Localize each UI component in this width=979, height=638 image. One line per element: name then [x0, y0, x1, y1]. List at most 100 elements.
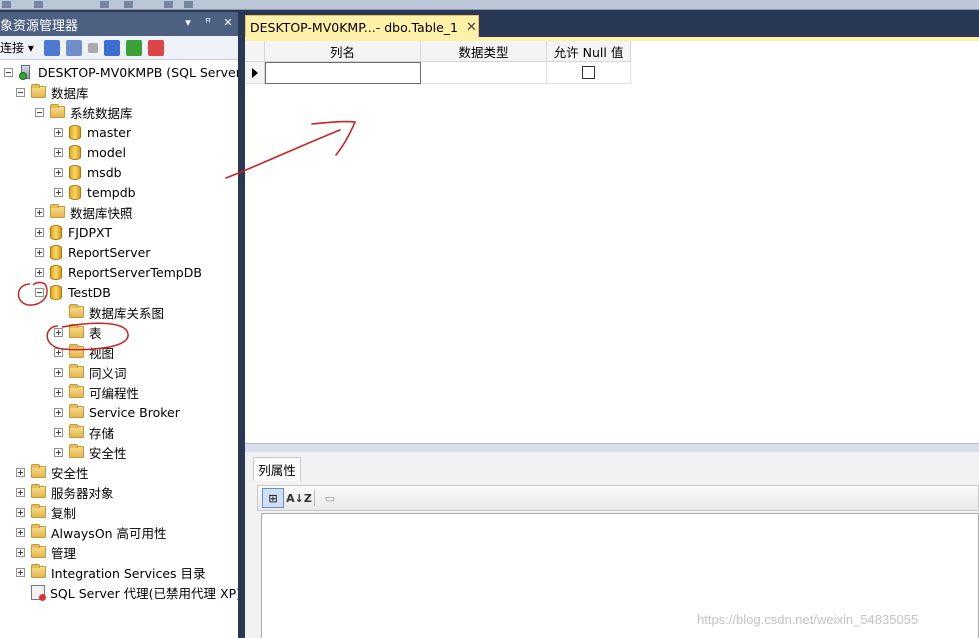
refresh-icon[interactable] — [125, 39, 142, 56]
tree-node-label: 表 — [89, 325, 102, 341]
tree-node[interactable]: 数据库快照 — [35, 202, 133, 222]
tree-node[interactable]: FJDPXT — [35, 222, 112, 242]
tree-node[interactable]: 安全性 — [54, 442, 127, 462]
row-selector-arrow-icon[interactable] — [245, 62, 265, 84]
toolbar-icon[interactable] — [34, 1, 43, 8]
collapse-icon[interactable] — [16, 87, 25, 97]
expand-icon[interactable] — [35, 207, 44, 217]
collapse-icon[interactable] — [35, 287, 44, 297]
folder-icon — [69, 324, 84, 338]
toolbar-icon[interactable] — [2, 1, 11, 8]
tree-node-label: tempdb — [87, 184, 136, 200]
collapse-icon[interactable] — [35, 107, 44, 117]
tree-node[interactable]: 管理 — [16, 542, 76, 562]
tree-node-label: 安全性 — [89, 445, 127, 461]
tree-node[interactable]: 复制 — [16, 502, 76, 522]
vertical-splitter[interactable] — [238, 12, 245, 638]
column-name-input[interactable] — [265, 62, 421, 84]
connect-button[interactable]: 连接 ▾ — [0, 39, 34, 56]
toolbar-icon[interactable] — [184, 1, 193, 8]
tree-node[interactable]: SQL Server 代理(已禁用代理 XP) — [16, 582, 241, 602]
connect-object-icon[interactable] — [43, 39, 60, 56]
tree-node[interactable]: Integration Services 目录 — [16, 562, 206, 582]
tree-node[interactable]: ReportServerTempDB — [35, 262, 202, 282]
tree-node[interactable]: DESKTOP-MV0KMPB (SQL Server 1 — [4, 62, 253, 82]
expand-icon[interactable] — [16, 507, 25, 517]
expand-icon[interactable] — [54, 327, 63, 337]
tree-node[interactable]: AlwaysOn 高可用性 — [16, 522, 167, 542]
expand-icon[interactable] — [35, 227, 44, 237]
tab-table-designer[interactable]: DESKTOP-MV0KMP...- dbo.Table_1 ✕ — [245, 15, 479, 38]
tree-node-label: ReportServer — [68, 244, 151, 260]
tree-node[interactable]: 同义词 — [54, 362, 127, 382]
pin-icon[interactable]: ꟸ — [202, 16, 214, 30]
expand-icon[interactable] — [54, 167, 63, 177]
folder-icon — [69, 444, 84, 458]
expand-icon[interactable] — [54, 367, 63, 377]
data-type-cell[interactable] — [421, 62, 547, 84]
tree-node[interactable]: 系统数据库 — [35, 102, 133, 122]
dropdown-icon[interactable]: ▾ — [182, 16, 194, 30]
expand-icon[interactable] — [54, 127, 63, 137]
tree-node[interactable]: 数据库 — [16, 82, 89, 102]
collapse-icon[interactable] — [4, 67, 13, 77]
expand-icon[interactable] — [54, 347, 63, 357]
categorized-icon[interactable]: ⊞ — [262, 488, 284, 508]
folder-icon — [69, 404, 84, 418]
alphabetical-sort-icon[interactable]: A↓Z — [286, 488, 312, 508]
expand-icon[interactable] — [54, 407, 63, 417]
tab-column-properties[interactable]: 列属性 — [253, 457, 301, 481]
expand-icon[interactable] — [16, 547, 25, 557]
expand-icon[interactable] — [54, 387, 63, 397]
tree-node-label: 视图 — [89, 345, 115, 361]
tree-node[interactable]: msdb — [54, 162, 122, 182]
tree-node[interactable]: 视图 — [54, 342, 114, 362]
expand-icon[interactable] — [16, 467, 25, 477]
database-icon — [69, 184, 81, 200]
close-icon[interactable]: ✕ — [222, 16, 234, 30]
expand-icon[interactable] — [16, 487, 25, 497]
tree-node[interactable]: 安全性 — [16, 462, 89, 482]
expand-icon[interactable] — [54, 147, 63, 157]
tree-node[interactable]: 服务器对象 — [16, 482, 114, 502]
database-icon — [69, 144, 81, 160]
horizontal-splitter[interactable] — [245, 443, 979, 452]
expand-icon[interactable] — [54, 447, 63, 457]
toolbar-icon[interactable] — [124, 1, 133, 8]
expand-icon[interactable] — [35, 267, 44, 277]
expand-icon[interactable] — [35, 247, 44, 257]
close-tab-icon[interactable]: ✕ — [466, 20, 477, 35]
row-header-corner — [245, 41, 265, 62]
tree-node-label: master — [87, 124, 132, 140]
property-pages-icon[interactable]: ▭ — [319, 488, 341, 508]
tree-node[interactable]: 表 — [54, 322, 102, 342]
toolbar-icon[interactable] — [100, 1, 109, 8]
allow-null-cell[interactable] — [547, 62, 631, 84]
properties-toolbar: ⊞ A↓Z ▭ — [257, 485, 979, 511]
stop-icon[interactable] — [87, 42, 98, 53]
expand-icon[interactable] — [16, 567, 25, 577]
database-icon — [69, 124, 81, 140]
allow-null-checkbox[interactable] — [582, 66, 595, 79]
folder-icon — [31, 564, 46, 578]
tree-node[interactable]: 数据库关系图 — [54, 302, 164, 322]
tree-node[interactable]: Service Broker — [54, 402, 180, 422]
tree-node[interactable]: 可编程性 — [54, 382, 139, 402]
filter-icon[interactable] — [103, 39, 120, 56]
column-properties-panel: 列属性 ⊞ A↓Z ▭ — [245, 452, 979, 638]
tree-node[interactable]: master — [54, 122, 131, 142]
expand-icon[interactable] — [16, 527, 25, 537]
tree-node[interactable]: 存储 — [54, 422, 114, 442]
tree-node[interactable]: model — [54, 142, 126, 162]
expand-icon[interactable] — [54, 187, 63, 197]
tree-node[interactable]: ReportServer — [35, 242, 150, 262]
tree-node-label: DESKTOP-MV0KMPB (SQL Server 1 — [38, 64, 253, 80]
expand-icon[interactable] — [54, 427, 63, 437]
tree-node[interactable]: TestDB — [35, 282, 111, 302]
database-icon — [50, 284, 62, 300]
disconnect-icon[interactable] — [65, 39, 82, 56]
toolbar-icon[interactable] — [164, 1, 173, 8]
watermark: https://blog.csdn.net/weixin_54835055 — [697, 612, 919, 627]
tree-node[interactable]: tempdb — [54, 182, 136, 202]
activity-monitor-icon[interactable] — [147, 39, 164, 56]
